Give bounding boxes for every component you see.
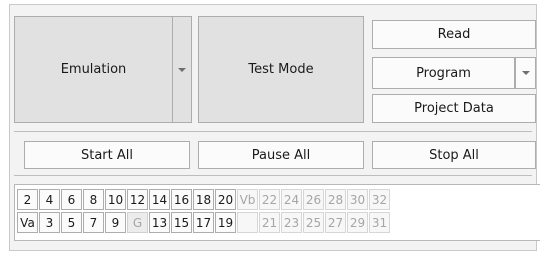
pin-cell[interactable]: 20 <box>215 189 236 210</box>
pin-cell[interactable]: 19 <box>215 212 236 233</box>
pin-cell: 23 <box>281 212 302 233</box>
pin-cell[interactable]: 3 <box>39 212 60 233</box>
pin-row-bottom: Va 3 5 7 9 G 13 15 17 19 21 23 25 27 29 31 <box>17 212 391 236</box>
pin-cell[interactable]: 7 <box>83 212 104 233</box>
pin-cell[interactable]: 15 <box>171 212 192 233</box>
pin-cell[interactable]: 16 <box>171 189 192 210</box>
pin-cell[interactable]: 2 <box>17 189 38 210</box>
pin-cell[interactable]: 13 <box>149 212 170 233</box>
pin-grid: 2 4 6 8 10 12 14 16 18 20 Vb 22 24 26 28 30 32 Va 3 5 7 9 G 13… <box>14 184 540 241</box>
pin-cell: 28 <box>325 189 346 210</box>
start-all-button[interactable]: Start All <box>24 141 190 169</box>
stop-all-button[interactable]: Stop All <box>372 141 536 169</box>
pin-row-top: 2 4 6 8 10 12 14 16 18 20 Vb 22 24 26 28 30 32 <box>17 189 391 213</box>
read-label: Read <box>437 27 471 42</box>
pin-cell: 32 <box>369 189 390 210</box>
pin-cell: 30 <box>347 189 368 210</box>
pin-cell: Vb <box>237 189 258 210</box>
emulation-dropdown-button[interactable] <box>172 16 192 123</box>
pin-cell: 21 <box>259 212 280 233</box>
chevron-down-icon <box>178 67 186 72</box>
separator <box>14 175 532 176</box>
chevron-down-icon <box>521 71 530 75</box>
start-all-label: Start All <box>80 147 133 163</box>
pin-cell[interactable]: 10 <box>105 189 126 210</box>
stop-all-label: Stop All <box>429 147 479 163</box>
emulation-button[interactable]: Emulation <box>14 16 173 123</box>
emulation-label: Emulation <box>60 62 127 77</box>
project-data-button[interactable]: Project Data <box>372 94 536 123</box>
separator <box>14 131 532 132</box>
pin-cell: 22 <box>259 189 280 210</box>
pin-cell: G <box>127 212 148 233</box>
pause-all-label: Pause All <box>251 147 311 163</box>
pin-cell[interactable]: 12 <box>127 189 148 210</box>
pin-cell[interactable]: 9 <box>105 212 126 233</box>
pin-cell[interactable]: 17 <box>193 212 214 233</box>
project-data-label: Project Data <box>414 101 494 116</box>
read-button[interactable]: Read <box>372 20 536 49</box>
pause-all-button[interactable]: Pause All <box>198 141 364 169</box>
pin-cell[interactable]: 18 <box>193 189 214 210</box>
pin-cell <box>237 212 258 233</box>
pin-cell[interactable]: 8 <box>83 189 104 210</box>
pin-cell: 24 <box>281 189 302 210</box>
pin-cell[interactable]: 6 <box>61 189 82 210</box>
pin-cell: 29 <box>347 212 368 233</box>
pin-cell: 27 <box>325 212 346 233</box>
pin-cell[interactable]: 5 <box>61 212 82 233</box>
pin-cell[interactable]: 14 <box>149 189 170 210</box>
program-button[interactable]: Program <box>372 57 515 89</box>
test-mode-button[interactable]: Test Mode <box>198 16 364 123</box>
test-mode-label: Test Mode <box>248 62 314 77</box>
pin-cell: 26 <box>303 189 324 210</box>
program-dropdown-button[interactable] <box>515 57 536 89</box>
pin-cell: 25 <box>303 212 324 233</box>
program-label: Program <box>416 65 471 81</box>
pin-cell[interactable]: 4 <box>39 189 60 210</box>
pin-cell: 31 <box>369 212 390 233</box>
pin-cell[interactable]: Va <box>17 212 38 233</box>
